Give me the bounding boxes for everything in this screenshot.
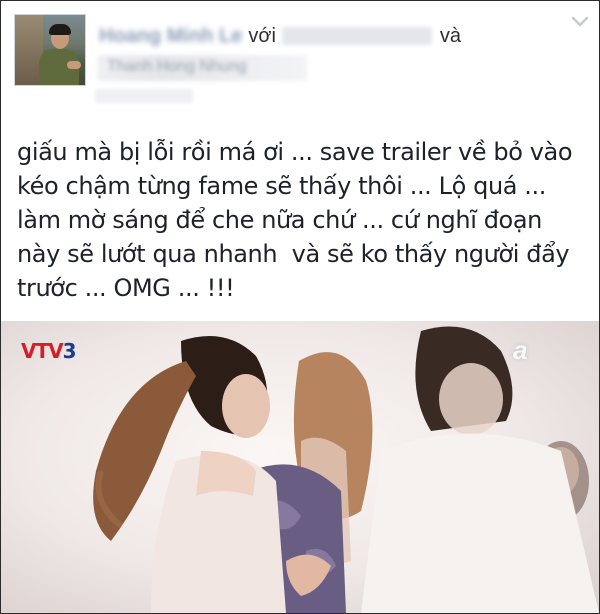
tagged-friend-2[interactable]: Thanh Hong Nhung	[97, 55, 307, 81]
with-label: với	[248, 24, 276, 47]
facebook-post-card: Hoang Minh Le với và Thanh Hong Nhung gi…	[0, 0, 600, 614]
post-body-text: giấu mà bị lỗi rồi má ơi ... save traile…	[17, 138, 573, 302]
video-thumbnail[interactable]: VTV3 a	[1, 321, 599, 613]
post-author-line: Hoang Minh Le với và	[99, 21, 461, 51]
video-watermark: a	[513, 335, 528, 365]
post-timestamp-blurred[interactable]	[95, 89, 193, 103]
avatar[interactable]	[14, 14, 86, 86]
tagged-friend-blurred[interactable]	[281, 27, 432, 45]
and-label: và	[439, 24, 462, 47]
chevron-down-icon[interactable]	[571, 15, 589, 29]
post-header: Hoang Minh Le với và Thanh Hong Nhung	[1, 1, 599, 111]
author-name[interactable]: Hoang Minh Le	[99, 25, 242, 48]
video-frame-image	[93, 326, 599, 613]
vtv3-logo: VTV3	[21, 339, 77, 363]
